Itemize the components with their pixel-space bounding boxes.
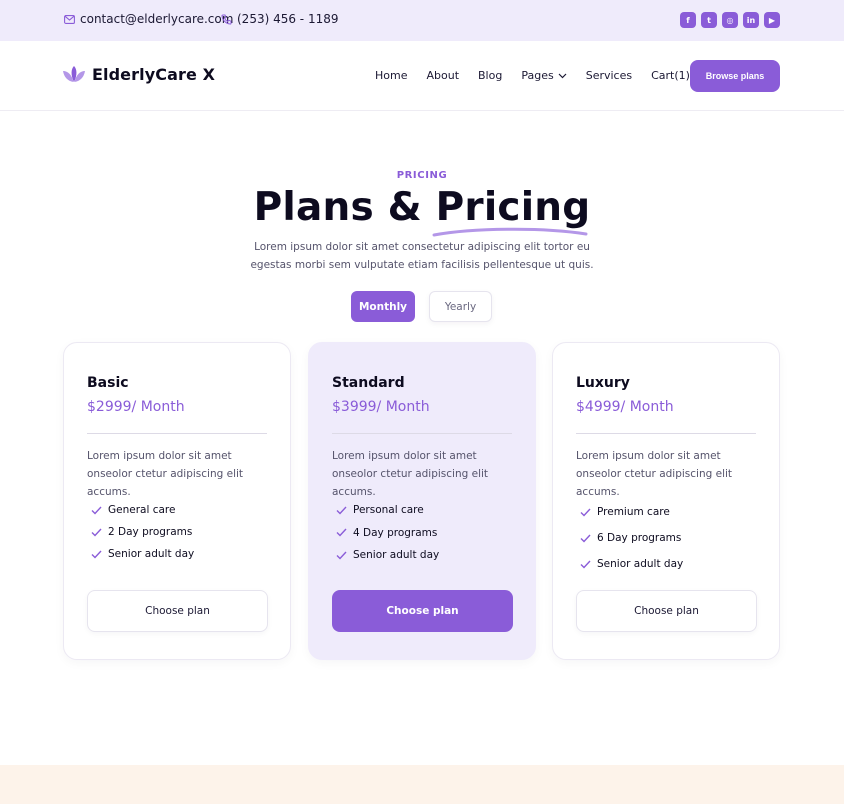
feature-item: Personal care xyxy=(336,499,439,522)
feature-item: General care xyxy=(91,499,194,521)
title-highlight-wrap: Pricing xyxy=(432,184,591,237)
page-title: Plans & Pricing xyxy=(0,184,844,237)
nav-item-blog[interactable]: Blog xyxy=(478,69,502,82)
plan-price: $4999/ Month xyxy=(576,399,674,415)
chevron-down-icon xyxy=(558,73,567,78)
main-nav: ElderlyCare X Home About Blog Pages Serv… xyxy=(0,41,844,111)
nav-item-cart[interactable]: Cart(1) xyxy=(651,69,690,82)
nav-item-about[interactable]: About xyxy=(426,69,459,82)
feature-label: Senior adult day xyxy=(108,548,195,560)
nav-item-pages-label: Pages xyxy=(521,69,554,82)
feature-label: Personal care xyxy=(353,504,424,517)
card-divider xyxy=(87,433,267,434)
title-highlight: Pricing xyxy=(435,185,591,230)
check-icon xyxy=(580,508,591,517)
feature-item: Premium care xyxy=(580,499,683,525)
choose-plan-button[interactable]: Choose plan xyxy=(576,590,757,632)
plan-features: General care 2 Day programs Senior adult… xyxy=(91,499,194,565)
check-icon xyxy=(91,528,102,537)
check-icon xyxy=(91,550,102,559)
email-text: contact@elderlycare.com xyxy=(80,12,234,26)
plan-name: Luxury xyxy=(576,375,630,391)
phone-text: (253) 456 - 1189 xyxy=(237,12,339,26)
plan-card-basic: Basic $2999/ Month Lorem ipsum dolor sit… xyxy=(63,342,291,660)
plan-card-luxury: Luxury $4999/ Month Lorem ipsum dolor si… xyxy=(552,342,780,660)
check-icon xyxy=(91,506,102,515)
billing-toggle-yearly[interactable]: Yearly xyxy=(429,291,492,322)
twitter-icon[interactable]: t xyxy=(701,12,717,28)
choose-plan-button[interactable]: Choose plan xyxy=(332,590,513,632)
contact-phone[interactable]: (253) 456 - 1189 xyxy=(221,12,338,26)
feature-label: 6 Day programs xyxy=(597,532,682,544)
feature-item: 6 Day programs xyxy=(580,525,683,551)
social-links: f t ◎ in ▶ xyxy=(680,12,780,28)
check-icon xyxy=(580,534,591,543)
check-icon xyxy=(336,528,347,537)
feature-label: Premium care xyxy=(597,506,670,518)
plan-price: $2999/ Month xyxy=(87,399,185,415)
feature-label: General care xyxy=(108,504,176,516)
plan-description: Lorem ipsum dolor sit amet onseolor ctet… xyxy=(87,450,244,498)
feature-label: 2 Day programs xyxy=(108,526,193,538)
plan-description: Lorem ipsum dolor sit amet onseolor ctet… xyxy=(576,450,733,498)
feature-item: Senior adult day xyxy=(91,543,194,565)
feature-item: Senior adult day xyxy=(336,544,439,567)
brand-name: ElderlyCare X xyxy=(92,65,216,84)
plan-price: $3999/ Month xyxy=(332,399,430,415)
contact-email[interactable]: contact@elderlycare.com xyxy=(64,12,233,26)
feature-item: 2 Day programs xyxy=(91,521,194,543)
card-divider xyxy=(332,433,512,434)
check-icon xyxy=(336,506,347,515)
plan-features: Personal care 4 Day programs Senior adul… xyxy=(336,499,439,567)
choose-plan-button[interactable]: Choose plan xyxy=(87,590,268,632)
facebook-icon[interactable]: f xyxy=(680,12,696,28)
nav-item-pages[interactable]: Pages xyxy=(521,69,567,82)
feature-label: 4 Day programs xyxy=(353,526,438,539)
lotus-logo-icon xyxy=(63,66,85,82)
nav-menu: Home About Blog Pages Services Cart(1) xyxy=(375,69,690,82)
title-underline-decoration xyxy=(432,227,588,237)
youtube-icon[interactable]: ▶ xyxy=(764,12,780,28)
top-contact-bar: contact@elderlycare.com (253) 456 - 1189… xyxy=(0,0,844,41)
section-eyebrow: PRICING xyxy=(396,170,448,181)
check-icon xyxy=(580,560,591,569)
phone-icon xyxy=(221,14,232,25)
linkedin-icon[interactable]: in xyxy=(743,12,759,28)
brand-logo[interactable]: ElderlyCare X xyxy=(63,65,215,84)
billing-toggle-monthly[interactable]: Monthly xyxy=(351,291,415,322)
section-subtitle: Lorem ipsum dolor sit amet consectetur a… xyxy=(250,241,594,271)
browse-plans-button[interactable]: Browse plans xyxy=(690,60,780,92)
mail-icon xyxy=(64,14,75,24)
plan-features: Premium care 6 Day programs Senior adult… xyxy=(580,499,683,577)
check-icon xyxy=(336,551,347,560)
plan-description: Lorem ipsum dolor sit amet onseolor ctet… xyxy=(332,450,489,498)
instagram-icon[interactable]: ◎ xyxy=(722,12,738,28)
plan-card-standard: Standard $3999/ Month Lorem ipsum dolor … xyxy=(308,342,536,660)
card-divider xyxy=(576,433,756,434)
footer-band xyxy=(0,765,844,804)
nav-item-services[interactable]: Services xyxy=(586,69,632,82)
plan-name: Basic xyxy=(87,375,129,391)
plan-name: Standard xyxy=(332,375,405,391)
feature-label: Senior adult day xyxy=(597,558,684,570)
feature-item: 4 Day programs xyxy=(336,522,439,545)
feature-label: Senior adult day xyxy=(353,549,440,562)
nav-item-home[interactable]: Home xyxy=(375,69,407,82)
title-start: Plans & xyxy=(253,185,436,230)
feature-item: Senior adult day xyxy=(580,551,683,577)
